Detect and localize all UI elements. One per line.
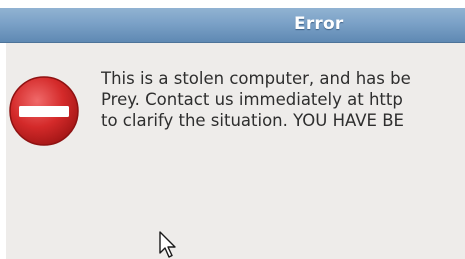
title-bar[interactable]: Error bbox=[0, 8, 465, 43]
message-line-3: to clarify the situation. YOU HAVE BE bbox=[101, 111, 404, 130]
message-line-2: Prey. Contact us immediately at http bbox=[101, 90, 403, 109]
window-top-edge bbox=[0, 0, 465, 8]
window-title: Error bbox=[294, 14, 344, 34]
error-dialog: Error This is a stolen computer, and has… bbox=[0, 0, 465, 259]
error-message: This is a stolen computer, and has be Pr… bbox=[101, 68, 465, 131]
arrow-pointer-icon bbox=[159, 231, 176, 258]
error-stop-icon bbox=[9, 76, 79, 146]
message-line-1: This is a stolen computer, and has be bbox=[101, 69, 411, 88]
